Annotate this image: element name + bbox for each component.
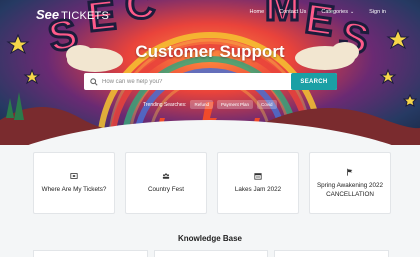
nav-categories[interactable]: Categories ⌄ — [321, 9, 354, 15]
kb-card[interactable] — [33, 250, 148, 257]
nav-contact[interactable]: Contact Us — [279, 9, 306, 15]
svg-text:C: C — [125, 0, 155, 27]
nav-home[interactable]: Home — [249, 9, 264, 15]
nav-signin[interactable]: Sign in — [369, 9, 386, 15]
category-cards: Where Are My Tickets? Country Fest Lakes… — [33, 152, 391, 214]
trending-tag-refund[interactable]: Refund — [190, 100, 213, 109]
flag-icon — [347, 168, 353, 176]
trending-tag-covid[interactable]: Covid — [256, 100, 277, 109]
crowd-icon — [162, 173, 170, 179]
kb-card[interactable] — [274, 250, 390, 257]
svg-text:E: E — [303, 0, 337, 45]
search-icon — [90, 77, 98, 86]
card-label: Where Are My Tickets? — [41, 186, 107, 193]
kb-card[interactable] — [153, 250, 269, 257]
brand-logo[interactable]: See TICKETS — [36, 7, 109, 22]
page-title: Customer Support — [135, 42, 285, 61]
ticket-icon — [70, 173, 78, 179]
knowledge-base-title: Knowledge Base — [177, 234, 242, 243]
nav-categories-label: Categories — [321, 9, 348, 15]
card-label: Country Fest — [147, 186, 185, 193]
knowledge-base-list — [33, 250, 390, 257]
card-where-are-my-tickets[interactable]: Where Are My Tickets? — [33, 152, 115, 214]
search-button[interactable]: SEARCH — [291, 73, 337, 90]
card-spring-awakening[interactable]: Spring Awakening 2022 CANCELLATION — [309, 152, 391, 214]
logo-see: See — [36, 7, 60, 22]
trending-searches: Trending Searches: Refund Payment Plan C… — [143, 100, 277, 109]
card-lakes-jam[interactable]: Lakes Jam 2022 — [217, 152, 299, 214]
search-input[interactable] — [102, 78, 282, 85]
card-label: Spring Awakening 2022 CANCELLATION — [316, 181, 384, 198]
card-label: Lakes Jam 2022 — [234, 186, 282, 193]
card-country-fest[interactable]: Country Fest — [125, 152, 207, 214]
calendar-icon — [254, 173, 262, 180]
trending-label: Trending Searches: — [143, 101, 187, 108]
trending-tag-payment-plan[interactable]: Payment Plan — [216, 100, 253, 109]
chevron-down-icon: ⌄ — [349, 9, 355, 15]
top-nav: Home Contact Us Categories ⌄ Sign in — [249, 9, 386, 15]
logo-tickets: TICKETS — [61, 10, 109, 22]
